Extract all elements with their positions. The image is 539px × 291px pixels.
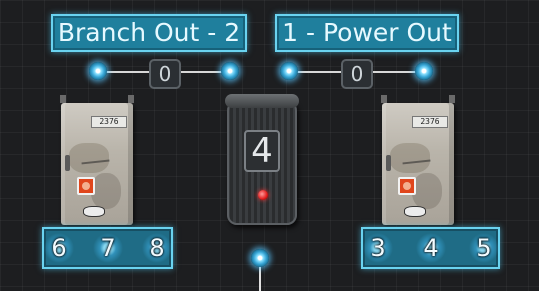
hub-cap	[225, 94, 299, 108]
port-6[interactable]: 6	[44, 233, 74, 263]
graffiti-tag	[83, 206, 105, 217]
rust-stain	[91, 173, 121, 209]
port-7[interactable]: 7	[93, 233, 123, 263]
hub-status-led	[258, 190, 268, 200]
left-input-node[interactable]	[89, 62, 107, 80]
port-3[interactable]: 3	[363, 233, 393, 263]
warning-sticker-icon	[398, 177, 416, 195]
panel-sticker: 2376	[412, 116, 448, 128]
left-electrical-panel[interactable]: 2376	[60, 95, 134, 225]
hub-display: 4	[244, 130, 280, 172]
right-output-node[interactable]	[415, 62, 433, 80]
rust-stain	[412, 173, 442, 209]
port-5[interactable]: 5	[469, 233, 499, 263]
right-port-strip: 3 4 5	[361, 227, 500, 269]
panel-sticker: 2376	[91, 116, 127, 128]
panel-hinge	[60, 95, 66, 103]
right-electrical-panel[interactable]: 2376	[381, 95, 455, 225]
power-hub[interactable]: 4	[225, 94, 299, 225]
panel-hinge	[381, 95, 387, 103]
hub-output-node[interactable]	[251, 249, 269, 267]
panel-handle	[65, 155, 70, 171]
left-port-strip: 6 7 8	[42, 227, 173, 269]
right-input-node[interactable]	[280, 62, 298, 80]
panel-hinge	[128, 95, 134, 103]
left-output-node[interactable]	[221, 62, 239, 80]
left-counter: 0	[149, 59, 181, 89]
port-8[interactable]: 8	[142, 233, 172, 263]
power-out-label[interactable]: 1 - Power Out	[275, 14, 459, 52]
warning-sticker-icon	[77, 177, 95, 195]
panel-hinge	[449, 95, 455, 103]
graffiti-tag	[404, 206, 426, 217]
branch-out-label[interactable]: Branch Out - 2	[51, 14, 247, 52]
panel-handle	[386, 155, 391, 171]
port-4[interactable]: 4	[416, 233, 446, 263]
right-counter: 0	[341, 59, 373, 89]
